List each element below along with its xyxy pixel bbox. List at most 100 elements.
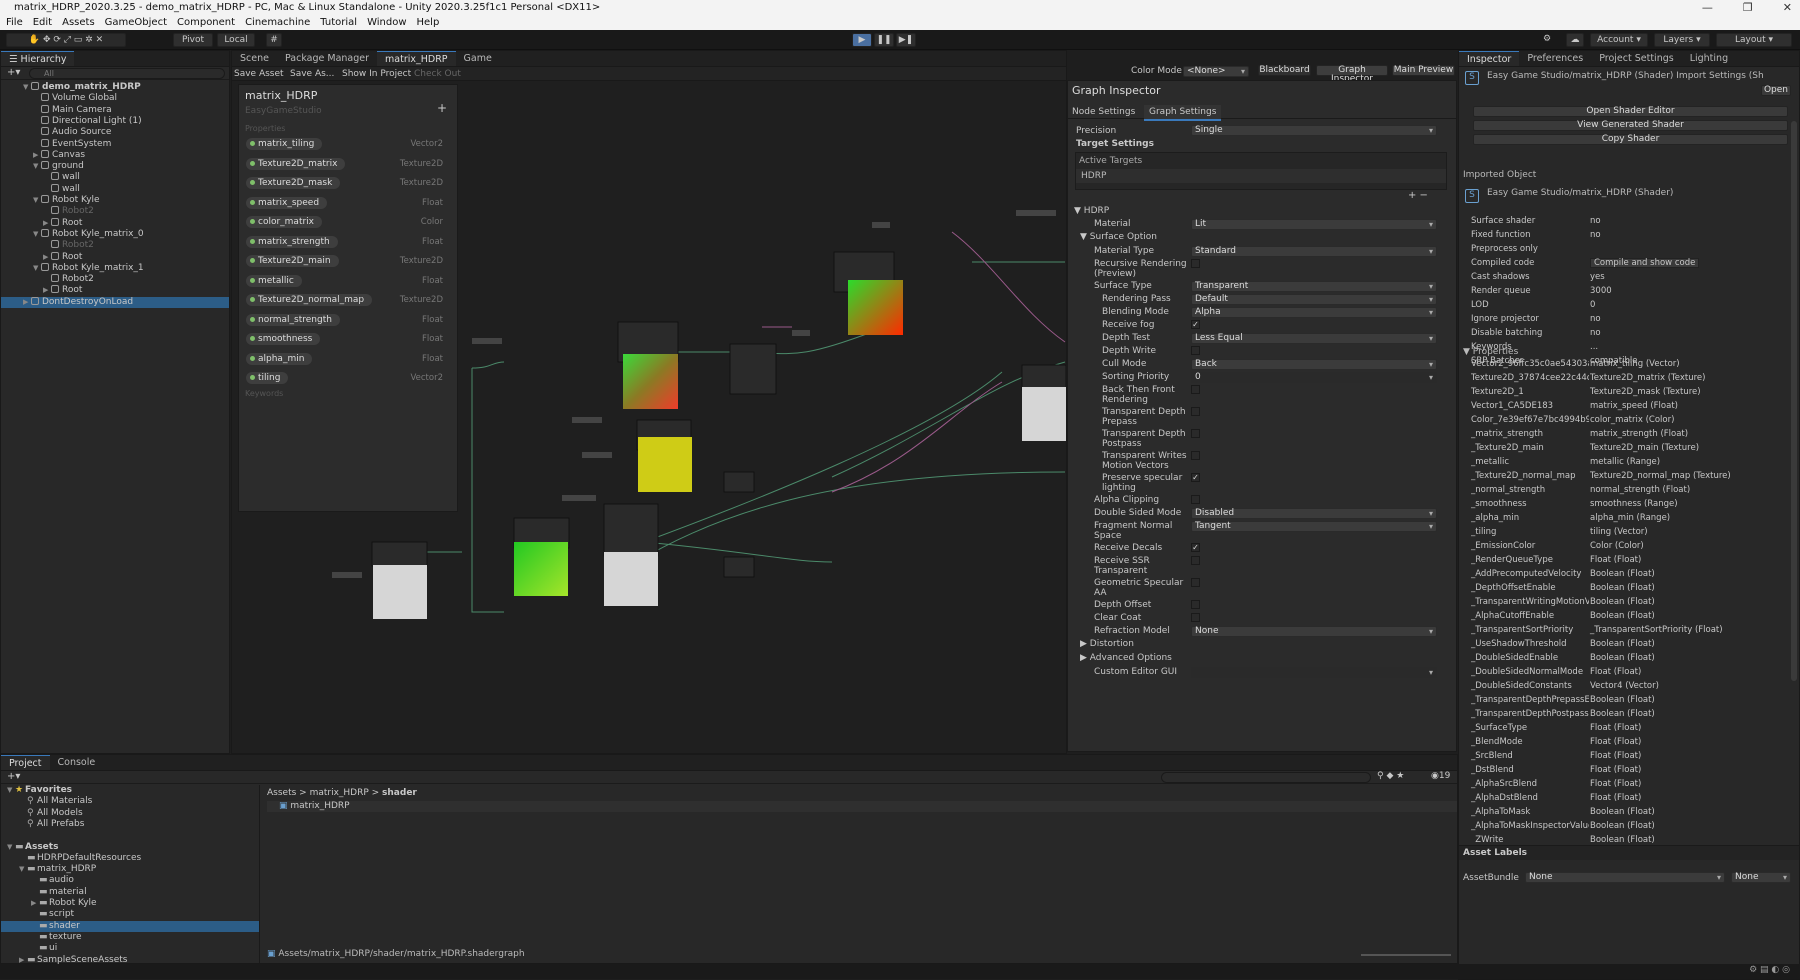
save-as-button[interactable]: Save As... — [290, 67, 334, 81]
blackboard-property[interactable]: metallic — [246, 274, 302, 287]
transform-tools[interactable]: ✋ ✥ ⟳ ⤢ ▭ ✲ ✕ — [6, 33, 126, 47]
tab-package-manager[interactable]: Package Manager — [277, 51, 377, 66]
view-generated-shader-button[interactable]: View Generated Shader — [1473, 120, 1788, 131]
hierarchy-item[interactable]: Robot2 — [1, 206, 229, 217]
filter-icons[interactable]: ⚲ ◆ ★ — [1377, 771, 1404, 781]
tab-scene[interactable]: Scene — [232, 51, 277, 66]
tab-console[interactable]: Console — [50, 755, 104, 770]
menu-tutorial[interactable]: Tutorial — [320, 15, 357, 30]
hierarchy-search-input[interactable]: All — [29, 68, 225, 79]
color-mode-dropdown[interactable]: <None> — [1183, 66, 1249, 77]
tab-node-settings[interactable]: Node Settings — [1072, 105, 1135, 119]
project-tree-item[interactable]: ▬script — [1, 909, 259, 920]
add-icon[interactable]: +▾ — [7, 67, 20, 78]
local-toggle[interactable]: Local — [217, 33, 255, 47]
hierarchy-item[interactable]: Robot2 — [1, 274, 229, 285]
breadcrumb-item[interactable]: matrix_HDRP — [310, 788, 369, 798]
properties-foldout[interactable]: ▼ Properties — [1463, 347, 1518, 357]
foldout-icon[interactable]: ▼ — [7, 842, 15, 853]
blackboard-property[interactable]: matrix_tiling — [246, 138, 323, 150]
project-tree-item[interactable]: ▬HDRPDefaultResources — [1, 853, 259, 864]
target-item-hdrp[interactable]: HDRP — [1081, 171, 1106, 181]
hierarchy-item[interactable]: ▼ ground — [1, 161, 229, 172]
foldout-icon[interactable]: ▼ — [33, 195, 41, 206]
blackboard-toggle[interactable]: Blackboard — [1258, 65, 1311, 76]
field-checkbox[interactable] — [1191, 385, 1200, 394]
grid-snap-icon[interactable]: # — [266, 33, 282, 47]
open-shader-editor-button[interactable]: Open Shader Editor — [1473, 106, 1788, 117]
project-tree-item[interactable]: ▼ ▬Assets — [1, 842, 259, 853]
project-add-icon[interactable]: +▾ — [7, 771, 20, 782]
hierarchy-item[interactable]: Volume Global — [1, 93, 229, 104]
blackboard-property[interactable]: tiling — [246, 372, 289, 384]
blackboard-property[interactable]: color_matrix — [246, 216, 322, 228]
blackboard-property[interactable]: matrix_speed — [246, 196, 328, 209]
menu-file[interactable]: File — [6, 15, 23, 30]
hierarchy-item[interactable]: ▶ DontDestroyOnLoad — [1, 296, 229, 308]
tab-game[interactable]: Game — [456, 51, 500, 66]
zoom-slider[interactable] — [1361, 954, 1451, 956]
sorting-priority-field[interactable]: 0 — [1191, 372, 1437, 383]
blackboard-property[interactable]: Texture2D_matrix — [246, 157, 346, 170]
menu-help[interactable]: Help — [417, 15, 440, 30]
hierarchy-item[interactable]: ▼ demo_matrix_HDRP — [1, 82, 229, 93]
field-checkbox[interactable]: ✓ — [1191, 320, 1200, 329]
blackboard-property[interactable]: matrix_strength — [246, 235, 338, 248]
tab-lighting[interactable]: Lighting — [1682, 51, 1736, 66]
layout-dropdown[interactable]: Layout ▾ — [1716, 33, 1792, 47]
hierarchy-item[interactable]: Audio Source — [1, 127, 229, 138]
blackboard-property[interactable]: Texture2D_mask — [246, 177, 341, 189]
hdrp-foldout[interactable]: ▼ HDRP — [1074, 206, 1109, 216]
tab-graph-settings[interactable]: Graph Settings — [1144, 105, 1222, 121]
tab-inspector[interactable]: Inspector — [1459, 51, 1520, 66]
tab-hierarchy[interactable]: ☰ Hierarchy — [1, 51, 75, 66]
field-dropdown[interactable]: Lit — [1191, 219, 1437, 230]
add-target-icon[interactable]: + − — [1408, 191, 1428, 201]
hierarchy-item[interactable]: ▼ Robot Kyle_matrix_1 — [1, 262, 229, 274]
hierarchy-item[interactable]: Robot2 — [1, 240, 229, 251]
breadcrumb-item[interactable]: shader — [382, 788, 417, 798]
inspector-scrollbar[interactable] — [1791, 121, 1797, 681]
hierarchy-item[interactable]: ▶ Root — [1, 285, 229, 296]
field-checkbox[interactable] — [1191, 556, 1200, 565]
tab-project[interactable]: Project — [1, 755, 50, 770]
save-asset-button[interactable]: Save Asset — [234, 67, 284, 81]
field-dropdown[interactable]: Tangent — [1191, 521, 1437, 532]
step-button[interactable]: ▶❚ — [896, 33, 916, 47]
tab-project-settings[interactable]: Project Settings — [1591, 51, 1682, 66]
hierarchy-item[interactable]: Directional Light (1) — [1, 115, 229, 127]
project-tree-item[interactable]: ▶ ▬Robot Kyle — [1, 898, 259, 909]
file-item[interactable]: ▣ matrix_HDRP — [279, 801, 350, 812]
foldout-icon[interactable]: ▶ — [33, 150, 41, 161]
field-dropdown[interactable]: Back — [1191, 359, 1437, 370]
project-tree-item[interactable]: ▬shader — [1, 920, 259, 932]
field-checkbox[interactable] — [1191, 451, 1200, 460]
blackboard-property[interactable]: Texture2D_normal_map — [246, 294, 373, 306]
custom-editor-field[interactable] — [1191, 667, 1437, 678]
foldout-icon[interactable]: ▶ — [31, 898, 39, 909]
project-tree-item[interactable]: ▼ ▬matrix_HDRP — [1, 864, 259, 875]
project-tree-item[interactable]: ▬ui — [1, 943, 259, 954]
close-icon[interactable]: ✕ — [1783, 0, 1792, 15]
foldout-icon[interactable]: ▼ — [33, 161, 41, 172]
foldout-advanced-options[interactable]: ▶ Advanced Options — [1080, 653, 1172, 663]
project-tree-item[interactable]: ▼ ★ Favorites — [1, 785, 259, 796]
field-checkbox[interactable] — [1191, 495, 1200, 504]
menu-edit[interactable]: Edit — [33, 15, 52, 30]
field-checkbox[interactable] — [1191, 613, 1200, 622]
field-checkbox[interactable] — [1191, 407, 1200, 416]
add-property-icon[interactable]: + — [437, 102, 447, 114]
hierarchy-item[interactable]: wall — [1, 172, 229, 183]
foldout-icon[interactable]: ▶ — [43, 218, 51, 229]
hierarchy-item[interactable]: ▼ Robot Kyle — [1, 195, 229, 206]
field-dropdown[interactable]: Default — [1191, 294, 1437, 305]
cloud-icon[interactable]: ☁ — [1566, 33, 1584, 47]
open-button[interactable]: Open — [1761, 85, 1791, 96]
hierarchy-item[interactable]: ▶ Canvas — [1, 149, 229, 161]
pivot-toggle[interactable]: Pivot — [173, 33, 213, 47]
foldout-icon[interactable]: ▶ — [43, 252, 51, 263]
project-tree-item[interactable]: ⚲ All Prefabs — [1, 819, 259, 830]
field-dropdown[interactable]: Less Equal — [1191, 333, 1437, 344]
hierarchy-item[interactable]: wall — [1, 183, 229, 195]
hierarchy-item[interactable]: EventSystem — [1, 138, 229, 150]
